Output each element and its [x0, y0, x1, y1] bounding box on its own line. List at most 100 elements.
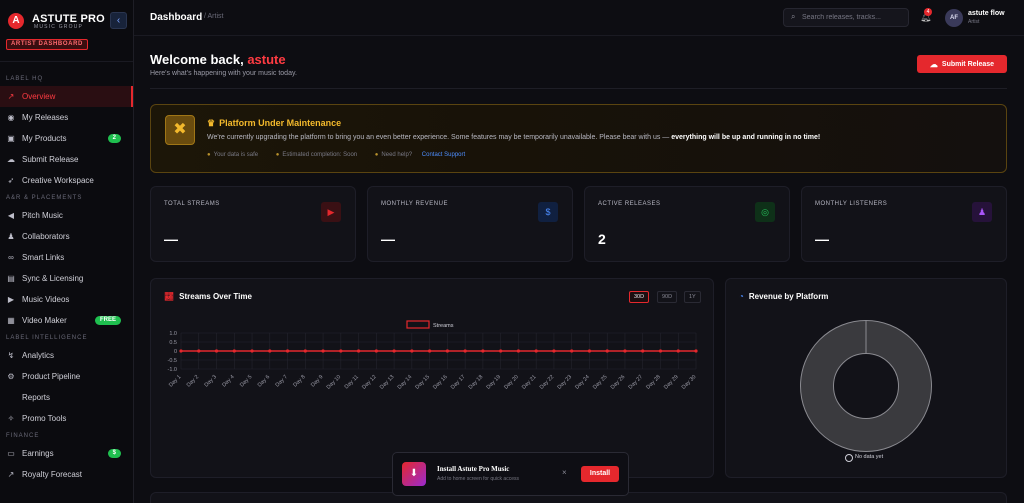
data-point	[463, 349, 467, 353]
data-point	[641, 349, 645, 353]
stat-card-active-releases: ACTIVE RELEASES 2 ◎	[584, 186, 790, 262]
sidebar-item-reports[interactable]: Reports	[0, 387, 133, 408]
sidebar-item-product-pipeline[interactable]: ⚙ Product Pipeline	[0, 366, 133, 387]
welcome-name: astute	[247, 52, 286, 67]
nav-section-title: FINANCE	[6, 433, 40, 439]
maintenance-text: We're currently upgrading the platform t…	[207, 134, 820, 141]
x-tick-label: Day 23	[557, 374, 574, 391]
sidebar-item-video-maker[interactable]: ▦ Video Maker FREE	[0, 310, 133, 331]
sidebar-badge: $	[107, 449, 121, 458]
stat-value: —	[815, 231, 829, 247]
sidebar-item-creative-workspace[interactable]: ➶ Creative Workspace	[0, 170, 133, 191]
welcome-subtitle: Here's what's happening with your music …	[150, 70, 297, 77]
video-icon: ▶	[7, 295, 15, 304]
sidebar-item-sync-licensing[interactable]: ▤ Sync & Licensing	[0, 268, 133, 289]
sidebar-nav: LABEL HQ ↗ Overview ◉ My Releases ▣ My Product…	[0, 62, 133, 485]
sidebar-item-label: Smart Links	[22, 253, 65, 262]
meta-eta: Estimated completion: Soon	[282, 152, 358, 158]
sidebar-item-promo-tools[interactable]: ✧ Promo Tools	[0, 408, 133, 429]
revenue-donut-chart	[800, 320, 932, 462]
chevron-left-icon: ‹	[116, 15, 121, 26]
x-tick-label: Day 12	[361, 374, 378, 391]
nav-section-title: A&R & PLACEMENTS	[6, 195, 83, 201]
sidebar-item-label: Collaborators	[22, 232, 70, 241]
x-tick-label: Day 5	[239, 374, 253, 388]
data-point	[374, 349, 378, 353]
x-tick-label: Day 26	[610, 374, 627, 391]
shield-icon: ●	[207, 152, 211, 158]
data-point	[197, 349, 201, 353]
y-tick-label: 0.5	[169, 340, 177, 346]
welcome-heading: Welcome back, astute	[150, 52, 286, 67]
stat-card-monthly-revenue: MONTHLY REVENUE — $	[367, 186, 573, 262]
y-tick-label: 0	[174, 349, 177, 355]
sidebar-item-pitch-music[interactable]: ◀ Pitch Music	[0, 205, 133, 226]
cloud-upload-icon: ☁	[7, 155, 15, 164]
x-tick-label: Day 28	[645, 374, 662, 391]
breadcrumb: / Artist	[204, 13, 224, 20]
sidebar-item-smart-links[interactable]: ∞ Smart Links	[0, 247, 133, 268]
crown-icon: ♛	[207, 118, 216, 128]
x-tick-label: Day 4	[221, 374, 235, 388]
x-tick-label: Day 29	[663, 374, 680, 391]
megaphone-icon: ◀	[7, 211, 15, 220]
data-point	[676, 349, 680, 353]
no-data-legend-marker	[845, 454, 853, 462]
divider	[150, 88, 1007, 89]
data-point	[179, 349, 183, 353]
data-point	[250, 349, 254, 353]
welcome-prefix: Welcome back,	[150, 52, 244, 67]
sidebar-item-label: Submit Release	[22, 155, 79, 164]
tools-icon: ✖	[165, 115, 195, 145]
legend-label: Streams	[433, 323, 454, 329]
data-point	[428, 349, 432, 353]
sidebar-item-label: Video Maker	[22, 316, 67, 325]
x-tick-label: Day 16	[432, 374, 449, 391]
x-tick-label: Day 10	[326, 374, 343, 391]
data-point	[232, 349, 236, 353]
contact-support-link[interactable]: Contact Support	[422, 152, 465, 158]
sidebar-item-my-releases[interactable]: ◉ My Releases	[0, 107, 133, 128]
sidebar-item-analytics[interactable]: ↯ Analytics	[0, 345, 133, 366]
legend-swatch	[406, 320, 430, 329]
data-point	[658, 349, 663, 353]
stat-label: ACTIVE RELEASES	[598, 201, 661, 207]
y-tick-label: -0.5	[168, 358, 177, 364]
x-tick-label: Day 27	[628, 374, 645, 391]
sidebar-item-royalty-forecast[interactable]: ↗ Royalty Forecast	[0, 464, 133, 485]
data-point	[605, 349, 609, 353]
submit-release-button[interactable]: ☁ Submit Release	[917, 55, 1007, 73]
maintenance-title: ♛ Platform Under Maintenance	[207, 118, 341, 129]
search-icon: ⌕	[791, 12, 796, 21]
avatar[interactable]: AF	[945, 9, 963, 27]
data-point	[534, 349, 538, 353]
install-button[interactable]: Install	[581, 466, 619, 482]
sidebar-item-label: My Products	[22, 134, 67, 143]
data-point	[694, 349, 698, 353]
sidebar-item-music-videos[interactable]: ▶ Music Videos	[0, 289, 133, 310]
sidebar-item-submit-release[interactable]: ☁ Submit Release	[0, 149, 133, 170]
sidebar-item-my-products[interactable]: ▣ My Products 2	[0, 128, 133, 149]
top-header: Dashboard / Artist ⌕ 🔔︎ 4 AF astute flow…	[134, 0, 1024, 36]
donut-inner-border	[833, 353, 899, 419]
stat-card-total-streams: TOTAL STREAMS — ▶	[150, 186, 356, 262]
x-tick-label: Day 9	[310, 374, 324, 388]
data-point	[392, 349, 396, 353]
stat-value: —	[164, 231, 178, 247]
maintenance-banner: ✖ ♛ Platform Under Maintenance We're curr…	[150, 104, 1007, 173]
user-name[interactable]: astute flow	[968, 10, 1005, 17]
close-icon[interactable]: ×	[562, 468, 567, 477]
search-input[interactable]	[802, 11, 902, 24]
box-icon: ▣	[7, 134, 15, 143]
sidebar-item-earnings[interactable]: ▭ Earnings $	[0, 443, 133, 464]
sidebar-item-label: Reports	[22, 393, 51, 402]
x-tick-label: Day 20	[503, 374, 520, 391]
sidebar-item-label: Earnings	[22, 449, 54, 458]
sidebar-item-collaborators[interactable]: ♟ Collaborators	[0, 226, 133, 247]
collapse-sidebar-button[interactable]: ‹	[110, 12, 127, 29]
install-title: Install Astute Pro Music	[437, 465, 510, 473]
sidebar-item-overview[interactable]: ↗ Overview	[0, 86, 133, 107]
x-tick-label: Day 2	[186, 374, 200, 388]
sidebar-badge: FREE	[94, 316, 121, 325]
chart-line-icon: ↗	[7, 92, 15, 101]
